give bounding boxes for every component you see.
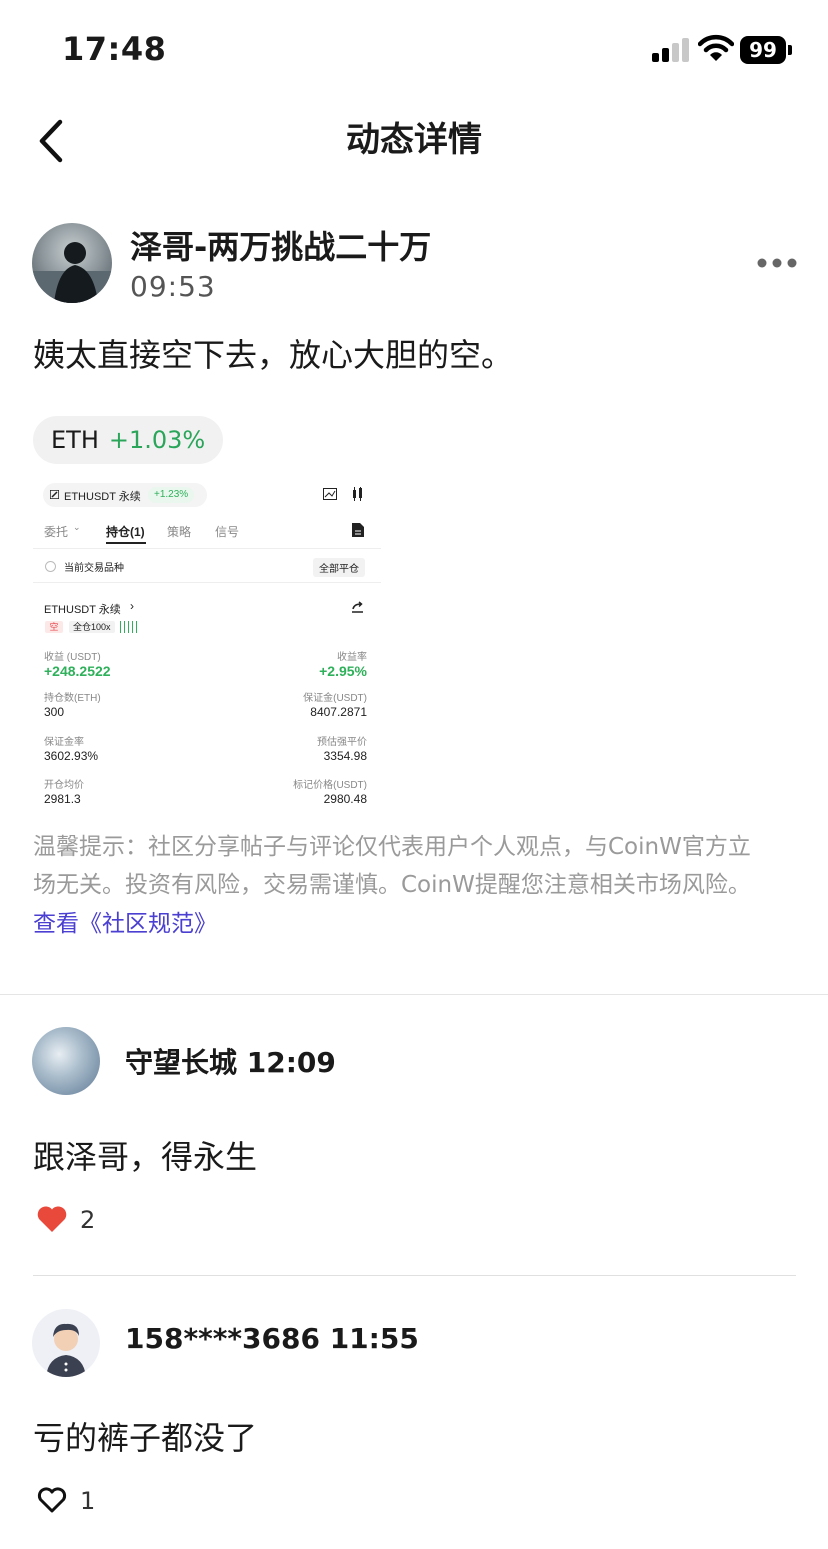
comment-author[interactable]: 守望长城 [125,1046,237,1079]
disclaimer-line-2: 场无关。投资有风险，交易需谨慎。CoinW提醒您注意相关市场风险。 [33,872,751,898]
image-tab-strategy: 策略 [167,525,192,539]
image-liq-value: 3354.98 [323,749,367,763]
status-time: 17:48 [62,30,167,68]
image-current-only: 当前交易品种 [64,563,124,574]
author-avatar[interactable] [32,223,112,303]
disclaimer-line-1: 温馨提示：社区分享帖子与评论仅代表用户个人观点，与CoinW官方立 [33,834,751,860]
image-mark-value: 2980.48 [323,792,367,806]
author-name[interactable]: 泽哥-两万挑战二十万 [130,222,431,268]
community-rules-link[interactable]: 查看《社区规范》 [33,904,217,938]
image-margin-label: 保证金(USDT) [303,693,367,704]
battery-tip [788,45,792,55]
cellular-signal-icon [652,38,689,62]
image-side-badge: 空 [45,621,63,633]
comment-divider [33,1275,796,1276]
image-tab-positions: 持仓(1) [106,525,145,539]
image-position-pair: ETHUSDT 永续 [44,604,121,616]
image-roe-value: +2.95% [319,663,367,679]
like-count: 2 [80,1206,96,1234]
candlestick-icon [353,487,362,501]
page-title: 动态详情 [346,120,482,160]
coin-tag[interactable]: ETH +1.03% [33,416,224,464]
disclaimer: 温馨提示：社区分享帖子与评论仅代表用户个人观点，与CoinW官方立 场无关。投资… [33,828,803,904]
risk-meter-icon [120,621,138,633]
image-margin-value: 8407.2871 [310,705,367,719]
coin-tag-change: +1.03% [108,426,206,454]
battery-indicator: 99 [740,36,792,64]
image-size-value: 300 [44,705,65,719]
comment-author[interactable]: 158****3686 [125,1322,320,1355]
more-options-icon[interactable] [757,256,797,270]
image-entry-label: 开仓均价 [44,780,84,791]
tab-dropdown-chevron: ⌄ [73,522,81,532]
image-mark-label: 标记价格(USDT) [293,780,367,791]
image-tab-signal: 信号 [215,525,240,539]
image-divider [33,582,381,583]
contract-icon [50,490,59,499]
active-tab-underline [106,542,146,544]
comment-text: 亏的裤子都没了 [33,1419,258,1457]
comment-header: 守望长城 12:09 [125,1041,336,1081]
person-silhouette-icon [32,242,112,303]
like-count: 1 [80,1487,96,1515]
share-icon [352,601,363,613]
image-pair-label: ETHUSDT 永续 [64,491,141,503]
default-user-icon [46,1323,86,1377]
heart-outline-icon[interactable] [36,1486,68,1514]
image-roe-label: 收益率 [337,652,367,663]
coin-tag-symbol: ETH [51,426,99,454]
image-pnl-label: 收益 (USDT) [44,652,101,663]
back-chevron-icon[interactable] [34,118,68,164]
image-entry-value: 2981.3 [44,792,81,806]
comment-time: 11:55 [329,1322,419,1355]
image-leverage-badge: 全仓100x [69,621,115,633]
image-liq-label: 预估强平价 [317,737,367,748]
post-time: 09:53 [130,270,216,303]
image-divider [33,548,381,549]
image-close-all: 全部平仓 [313,558,365,577]
comment-avatar[interactable] [32,1027,100,1095]
post-image[interactable]: ETHUSDT 永续 +1.23% 委托 ⌄ 持仓(1) 策略 信号 当前交易品… [33,478,381,810]
heart-filled-icon[interactable] [36,1205,68,1233]
image-margin-rate-value: 3602.93% [44,749,99,763]
image-pair-change: +1.23% [148,487,195,503]
comment-avatar[interactable] [32,1309,100,1377]
chart-icon [323,488,337,500]
comment-time: 12:09 [246,1046,336,1079]
image-size-label: 持仓数(ETH) [44,693,101,704]
image-margin-rate-label: 保证金率 [44,737,84,748]
comment-text: 跟泽哥，得永生 [33,1138,258,1176]
image-pair-chevron: › [130,599,134,613]
battery-level: 99 [740,36,786,64]
document-icon [352,523,364,537]
wifi-icon [698,34,734,61]
radio-icon [45,561,56,572]
comment-header: 158****3686 11:55 [125,1322,419,1355]
post-text: 姨太直接空下去，放心大胆的空。 [33,336,514,374]
image-tab-orders: 委托 [44,525,69,539]
section-divider [0,994,828,995]
image-pnl-value: +248.2522 [44,663,111,679]
